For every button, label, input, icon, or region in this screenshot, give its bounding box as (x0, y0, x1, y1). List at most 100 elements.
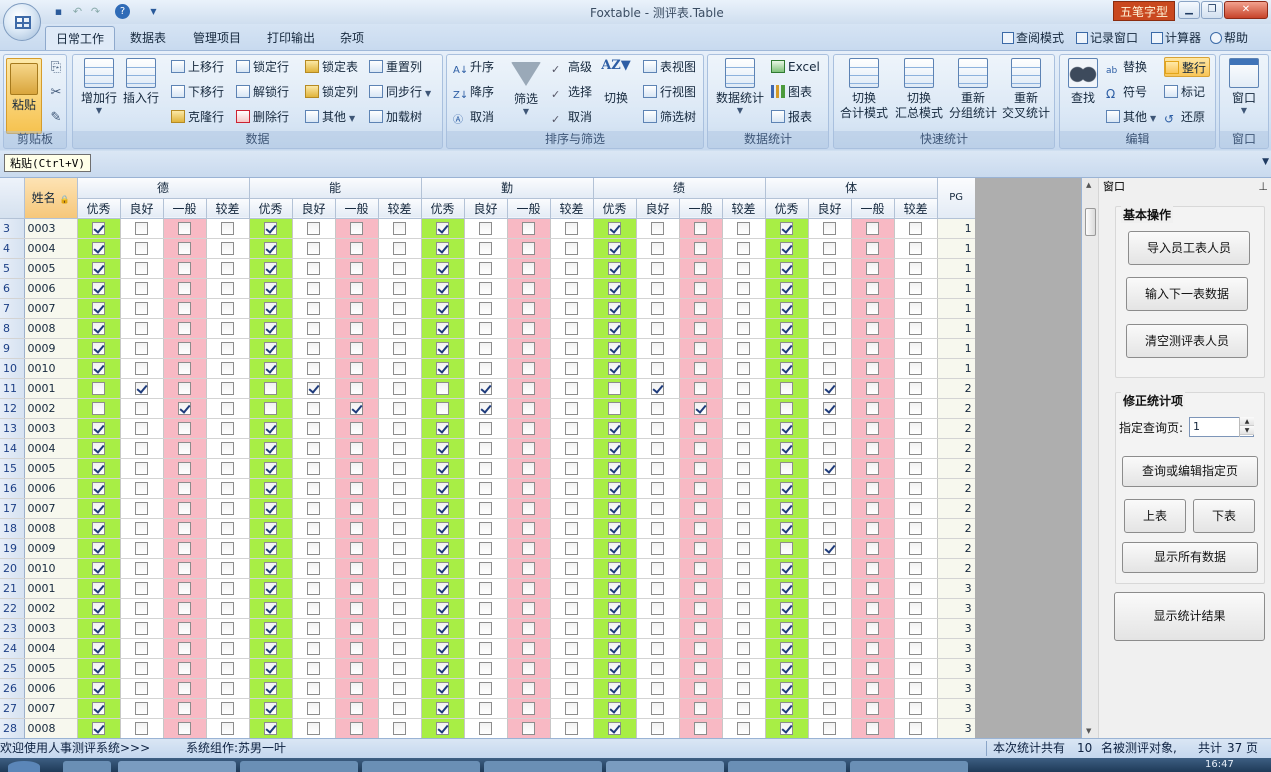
rating-checkbox[interactable] (393, 322, 407, 335)
rating-checkbox[interactable] (694, 442, 708, 455)
rating-checkbox[interactable] (92, 282, 105, 295)
rating-checkbox[interactable] (350, 482, 364, 495)
rating-checkbox[interactable] (307, 262, 321, 275)
rating-cell[interactable] (851, 518, 895, 539)
rating-cell[interactable] (894, 598, 938, 619)
rating-checkbox[interactable] (737, 322, 751, 335)
rating-cell[interactable] (378, 418, 422, 439)
rating-cell[interactable] (206, 438, 250, 459)
rating-cell[interactable] (378, 338, 422, 359)
group-header-ti[interactable]: 体 (765, 178, 938, 199)
rating-cell[interactable] (120, 598, 164, 619)
minimize-button[interactable]: ▁ (1178, 1, 1200, 19)
level-header[interactable]: 较差 (378, 198, 422, 219)
rating-cell[interactable] (335, 658, 379, 679)
rating-cell[interactable] (464, 558, 508, 579)
rating-cell[interactable] (636, 698, 680, 719)
rating-cell[interactable] (77, 578, 121, 599)
page-number-cell[interactable]: 1 (937, 358, 975, 379)
rating-checkbox[interactable] (522, 662, 536, 675)
rating-checkbox[interactable] (436, 342, 450, 355)
rating-checkbox[interactable] (479, 222, 493, 235)
rating-cell[interactable] (507, 658, 551, 679)
rating-cell[interactable] (593, 398, 637, 419)
rating-checkbox[interactable] (135, 282, 148, 295)
rating-cell[interactable] (464, 418, 508, 439)
rating-checkbox[interactable] (694, 662, 708, 675)
rating-checkbox[interactable] (350, 542, 364, 555)
rating-cell[interactable] (421, 658, 465, 679)
rating-cell[interactable] (421, 638, 465, 659)
rating-cell[interactable] (679, 718, 723, 738)
rating-cell[interactable] (808, 378, 852, 399)
other-edit-button[interactable]: 其他 ▼ (1106, 107, 1156, 127)
rating-checkbox[interactable] (866, 222, 880, 235)
rating-checkbox[interactable] (522, 302, 536, 315)
rating-cell[interactable] (765, 558, 809, 579)
rating-checkbox[interactable] (350, 462, 364, 475)
rating-cell[interactable] (550, 538, 594, 559)
rating-checkbox[interactable] (694, 242, 708, 255)
rating-cell[interactable] (464, 678, 508, 699)
rating-checkbox[interactable] (307, 242, 321, 255)
rating-cell[interactable] (765, 618, 809, 639)
rating-cell[interactable] (636, 298, 680, 319)
rating-checkbox[interactable] (135, 262, 148, 275)
rating-checkbox[interactable] (651, 722, 665, 735)
rating-cell[interactable] (421, 258, 465, 279)
table-row[interactable]: 9 0009 1 (0, 338, 975, 359)
rating-cell[interactable] (636, 498, 680, 519)
rating-cell[interactable] (679, 358, 723, 379)
rating-cell[interactable] (507, 638, 551, 659)
rating-cell[interactable] (77, 298, 121, 319)
rating-cell[interactable] (593, 678, 637, 699)
rating-cell[interactable] (163, 718, 207, 738)
rating-cell[interactable] (808, 398, 852, 419)
page-number-cell[interactable]: 1 (937, 258, 975, 279)
rating-checkbox[interactable] (479, 462, 493, 475)
rating-cell[interactable] (722, 518, 766, 539)
rating-checkbox[interactable] (264, 322, 278, 335)
rating-checkbox[interactable] (909, 282, 923, 295)
calculator-link[interactable]: 计算器 (1151, 29, 1201, 46)
rating-checkbox[interactable] (909, 582, 923, 595)
rating-checkbox[interactable] (135, 382, 148, 395)
rating-cell[interactable] (378, 698, 422, 719)
rating-checkbox[interactable] (780, 362, 794, 375)
rating-cell[interactable] (120, 538, 164, 559)
rating-checkbox[interactable] (651, 682, 665, 695)
rating-checkbox[interactable] (436, 582, 450, 595)
rating-checkbox[interactable] (436, 522, 450, 535)
rating-checkbox[interactable] (436, 282, 450, 295)
excel-button[interactable]: Excel (771, 57, 820, 77)
rating-cell[interactable] (120, 258, 164, 279)
rating-checkbox[interactable] (522, 602, 536, 615)
rating-checkbox[interactable] (651, 262, 665, 275)
rating-checkbox[interactable] (178, 262, 191, 275)
advanced-filter-button[interactable]: ✓ 高级 (551, 57, 592, 77)
page-number-cell[interactable]: 1 (937, 218, 975, 239)
rating-cell[interactable] (77, 438, 121, 459)
rating-cell[interactable] (636, 718, 680, 738)
level-header[interactable]: 较差 (206, 198, 250, 219)
rating-checkbox[interactable] (866, 282, 880, 295)
rating-cell[interactable] (507, 358, 551, 379)
rating-checkbox[interactable] (522, 342, 536, 355)
show-all-data-button[interactable]: 显示所有数据 (1122, 542, 1258, 573)
rating-checkbox[interactable] (651, 322, 665, 335)
row-number[interactable]: 19 (0, 538, 25, 559)
rating-cell[interactable] (464, 438, 508, 459)
table-row[interactable]: 21 0001 3 (0, 578, 975, 599)
whole-row-button[interactable]: 整行 (1164, 57, 1211, 77)
rating-checkbox[interactable] (92, 502, 105, 515)
rating-cell[interactable] (335, 498, 379, 519)
rating-cell[interactable] (292, 618, 336, 639)
employee-id-cell[interactable]: 0009 (24, 338, 78, 359)
rating-cell[interactable] (163, 218, 207, 239)
row-number[interactable]: 24 (0, 638, 25, 659)
rating-checkbox[interactable] (221, 402, 234, 415)
rating-checkbox[interactable] (436, 462, 450, 475)
rating-checkbox[interactable] (565, 422, 579, 435)
symbol-button[interactable]: Ω 符号 (1106, 82, 1147, 102)
column-header-name[interactable]: 姓名 🔒 (24, 178, 78, 219)
